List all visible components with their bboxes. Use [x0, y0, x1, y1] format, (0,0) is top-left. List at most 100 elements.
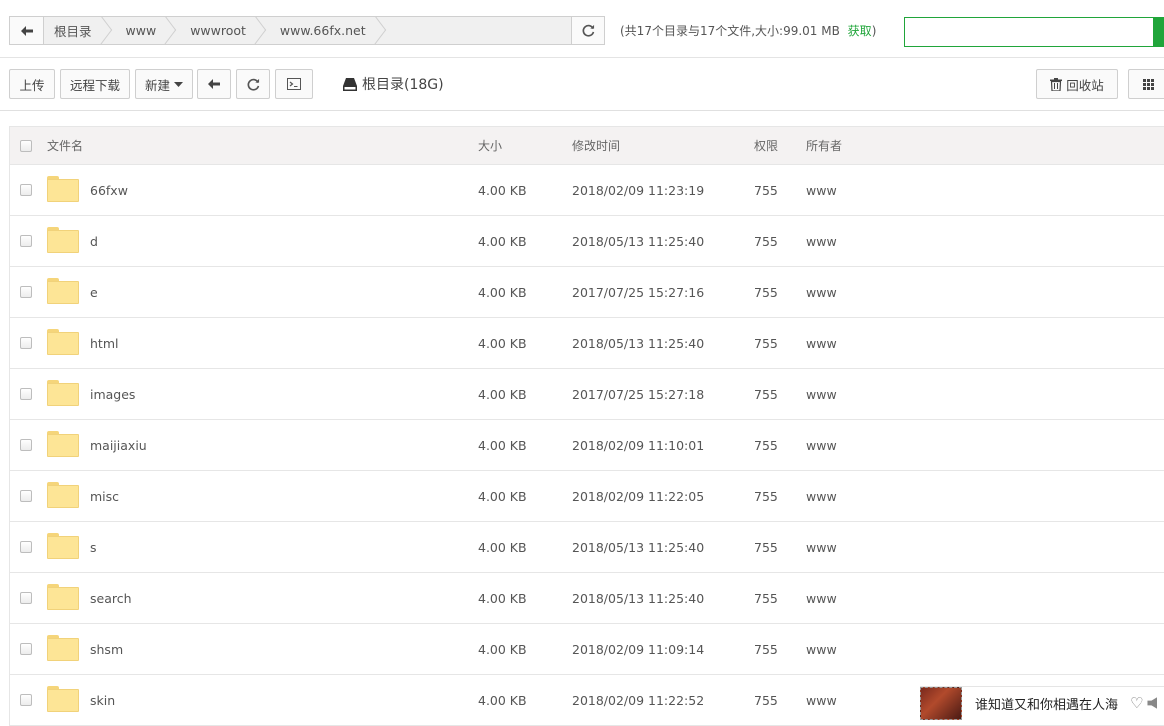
table-row[interactable]: misc 4.00 KB 2018/02/09 11:22:05 755 www [10, 471, 1164, 522]
table-row[interactable]: images 4.00 KB 2017/07/25 15:27:18 755 www [10, 369, 1164, 420]
file-size: 4.00 KB [478, 437, 527, 453]
file-owner[interactable]: www [806, 216, 837, 266]
file-owner[interactable]: www [806, 573, 837, 623]
row-checkbox[interactable] [20, 490, 32, 502]
file-mtime: 2018/02/09 11:23:19 [572, 182, 705, 198]
breadcrumb: 根目录 www wwwroot www.66fx.net [44, 17, 571, 44]
row-checkbox[interactable] [20, 592, 32, 604]
folder-icon[interactable] [47, 635, 79, 661]
file-permission[interactable]: 755 [754, 369, 778, 419]
table-row[interactable]: d 4.00 KB 2018/05/13 11:25:40 755 www [10, 216, 1164, 267]
file-name[interactable]: d [90, 216, 98, 266]
breadcrumb-item-site[interactable]: www.66fx.net [262, 17, 382, 44]
file-owner[interactable]: www [806, 369, 837, 419]
folder-icon[interactable] [47, 584, 79, 610]
search-input[interactable] [905, 18, 1164, 46]
path-back-button[interactable] [10, 17, 44, 44]
header-permission[interactable]: 权限 [754, 127, 778, 164]
file-name[interactable]: html [90, 318, 118, 368]
back-button[interactable] [197, 69, 231, 99]
row-checkbox[interactable] [20, 541, 32, 553]
breadcrumb-item-www[interactable]: www [108, 17, 173, 44]
file-permission[interactable]: 755 [754, 675, 778, 725]
table-row[interactable]: 66fxw 4.00 KB 2018/02/09 11:23:19 755 www [10, 165, 1164, 216]
breadcrumb-item-wwwroot[interactable]: wwwroot [172, 17, 262, 44]
recycle-bin-button[interactable]: 回收站 [1036, 69, 1118, 99]
header-owner[interactable]: 所有者 [806, 127, 842, 164]
folder-icon[interactable] [47, 686, 79, 712]
folder-icon[interactable] [47, 278, 79, 304]
heart-icon[interactable]: ♡ [1130, 694, 1143, 712]
terminal-button[interactable] [275, 69, 313, 99]
folder-icon[interactable] [47, 329, 79, 355]
header-size[interactable]: 大小 [478, 127, 502, 164]
file-permission[interactable]: 755 [754, 522, 778, 572]
row-checkbox[interactable] [20, 643, 32, 655]
upload-button[interactable]: 上传 [9, 69, 55, 99]
folder-icon[interactable] [47, 380, 79, 406]
grid-view-button[interactable] [1128, 69, 1164, 99]
row-checkbox[interactable] [20, 439, 32, 451]
row-checkbox[interactable] [20, 388, 32, 400]
header-filename[interactable]: 文件名 [47, 127, 83, 164]
file-permission[interactable]: 755 [754, 267, 778, 317]
search-field[interactable] [904, 17, 1164, 47]
file-permission[interactable]: 755 [754, 573, 778, 623]
file-owner[interactable]: www [806, 267, 837, 317]
file-permission[interactable]: 755 [754, 165, 778, 215]
folder-icon[interactable] [47, 176, 79, 202]
disk-indicator[interactable]: 根目录(18G) [343, 74, 444, 94]
file-permission[interactable]: 755 [754, 318, 778, 368]
path-refresh-button[interactable] [571, 17, 604, 44]
file-permission[interactable]: 755 [754, 420, 778, 470]
header-mtime[interactable]: 修改时间 [572, 127, 620, 164]
select-all-checkbox[interactable] [20, 139, 32, 152]
file-owner[interactable]: www [806, 165, 837, 215]
file-owner[interactable]: www [806, 624, 837, 674]
file-name[interactable]: shsm [90, 624, 123, 674]
file-owner[interactable]: www [806, 522, 837, 572]
file-name[interactable]: search [90, 573, 132, 623]
file-owner[interactable]: www [806, 318, 837, 368]
row-checkbox[interactable] [20, 286, 32, 298]
folder-icon[interactable] [47, 482, 79, 508]
file-name[interactable]: skin [90, 675, 115, 725]
fetch-size-link[interactable]: 获取 [848, 24, 872, 38]
search-button[interactable] [1153, 17, 1164, 47]
new-dropdown-button[interactable]: 新建 [135, 69, 193, 99]
table-row[interactable]: search 4.00 KB 2018/05/13 11:25:40 755 www [10, 573, 1164, 624]
file-permission[interactable]: 755 [754, 624, 778, 674]
file-name[interactable]: s [90, 522, 97, 572]
divider [0, 57, 1164, 58]
file-name[interactable]: misc [90, 471, 119, 521]
file-name[interactable]: maijiaxiu [90, 420, 147, 470]
row-checkbox[interactable] [20, 184, 32, 196]
breadcrumb-item-root[interactable]: 根目录 [44, 17, 108, 44]
file-table: 文件名 大小 修改时间 权限 所有者 66fxw 4.00 KB 2018/02/0… [9, 126, 1164, 726]
folder-icon[interactable] [47, 227, 79, 253]
row-checkbox[interactable] [20, 694, 32, 706]
table-row[interactable]: s 4.00 KB 2018/05/13 11:25:40 755 www [10, 522, 1164, 573]
table-row[interactable]: e 4.00 KB 2017/07/25 15:27:16 755 www [10, 267, 1164, 318]
table-row[interactable]: html 4.00 KB 2018/05/13 11:25:40 755 www [10, 318, 1164, 369]
remote-download-button[interactable]: 远程下载 [60, 69, 130, 99]
file-owner[interactable]: www [806, 675, 837, 725]
volume-icon[interactable] [1147, 697, 1158, 709]
file-name[interactable]: e [90, 267, 98, 317]
file-permission[interactable]: 755 [754, 216, 778, 266]
file-size: 4.00 KB [478, 641, 527, 657]
terminal-icon [287, 78, 301, 90]
album-cover[interactable] [920, 686, 962, 720]
table-row[interactable]: maijiaxiu 4.00 KB 2018/02/09 11:10:01 755 ww… [10, 420, 1164, 471]
file-name[interactable]: images [90, 369, 135, 419]
folder-icon[interactable] [47, 431, 79, 457]
folder-icon[interactable] [47, 533, 79, 559]
refresh-button[interactable] [236, 69, 270, 99]
file-owner[interactable]: www [806, 471, 837, 521]
file-permission[interactable]: 755 [754, 471, 778, 521]
table-row[interactable]: shsm 4.00 KB 2018/02/09 11:09:14 755 www [10, 624, 1164, 675]
file-owner[interactable]: www [806, 420, 837, 470]
row-checkbox[interactable] [20, 337, 32, 349]
row-checkbox[interactable] [20, 235, 32, 247]
file-name[interactable]: 66fxw [90, 165, 128, 215]
